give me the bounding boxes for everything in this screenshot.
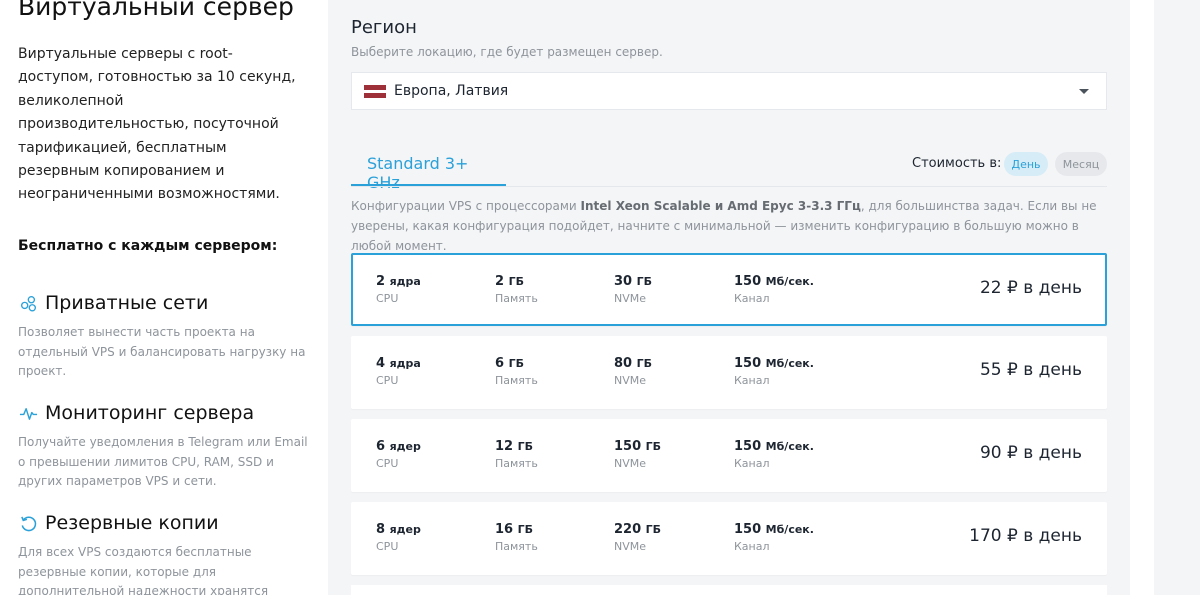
feature-private-networks: Приватные сети Позволяет вынести часть п… bbox=[18, 290, 308, 382]
feature-title: Приватные сети bbox=[45, 292, 209, 314]
tab-standard[interactable]: Standard 3+ GHz bbox=[351, 148, 506, 192]
plan-net: 150 Мб/сек. Канал bbox=[734, 522, 814, 553]
plan-ram: 2 ГБ Память bbox=[495, 274, 538, 305]
feature-backups: Резервные копии Для всех VPS создаются б… bbox=[18, 510, 308, 595]
plan-card[interactable]: 6 ядер CPU 12 ГБ Память 150 ГБ NVMe 150 … bbox=[351, 419, 1107, 492]
plan-price: 22 ₽ в день bbox=[979, 278, 1082, 298]
plan-disk: 80 ГБ NVMe bbox=[614, 356, 653, 387]
plan-price: 55 ₽ в день bbox=[979, 360, 1082, 380]
plan-price: 170 ₽ в день bbox=[969, 526, 1082, 546]
left-info-column: Виртуальный сервер Виртуальные серверы с… bbox=[0, 0, 328, 595]
feature-desc: Получайте уведомления в Telegram или Ema… bbox=[18, 435, 308, 488]
plan-net: 150 Мб/сек. Канал bbox=[734, 439, 814, 470]
region-selected-value: Европа, Латвия bbox=[394, 83, 509, 99]
intro-text: Виртуальные серверы с root-доступом, гот… bbox=[18, 46, 296, 203]
plan-card-partial[interactable] bbox=[351, 585, 1107, 595]
feature-desc: Для всех VPS создаются бесплатные резерв… bbox=[18, 545, 269, 595]
feature-title: Мониторинг сервера bbox=[45, 402, 255, 424]
region-title: Регион bbox=[351, 17, 417, 38]
feature-monitoring: Мониторинг сервера Получайте уведомления… bbox=[18, 400, 308, 492]
chevron-down-icon bbox=[1079, 89, 1089, 94]
period-day-toggle[interactable]: День bbox=[1004, 152, 1048, 176]
cost-period-label: Стоимость в: bbox=[912, 156, 1002, 171]
plan-cpu: 6 ядер CPU bbox=[376, 439, 421, 470]
plan-ram: 12 ГБ Память bbox=[495, 439, 538, 470]
plan-disk: 220 ГБ NVMe bbox=[614, 522, 662, 553]
plan-disk: 30 ГБ NVMe bbox=[614, 274, 653, 305]
plan-price: 90 ₽ в день bbox=[979, 443, 1082, 463]
plan-ram: 6 ГБ Память bbox=[495, 356, 538, 387]
region-select[interactable]: Европа, Латвия bbox=[351, 72, 1107, 110]
configurator-panel: Регион Выберите локацию, где будет разме… bbox=[328, 0, 1130, 595]
monitoring-pulse-icon bbox=[18, 403, 38, 423]
plan-ram: 16 ГБ Память bbox=[495, 522, 538, 553]
latvia-flag-icon bbox=[364, 84, 386, 98]
plan-cpu: 8 ядер CPU bbox=[376, 522, 421, 553]
plan-card[interactable]: 8 ядер CPU 16 ГБ Память 220 ГБ NVMe 150 … bbox=[351, 502, 1107, 575]
free-features-heading: Бесплатно с каждым сервером: bbox=[18, 238, 278, 254]
region-subtitle: Выберите локацию, где будет размещен сер… bbox=[351, 45, 663, 59]
plan-card[interactable]: 4 ядра CPU 6 ГБ Память 80 ГБ NVMe 150 Мб… bbox=[351, 336, 1107, 409]
tab-divider bbox=[351, 186, 1107, 187]
plan-card[interactable]: 2 ядра CPU 2 ГБ Память 30 ГБ NVMe 150 Мб… bbox=[351, 253, 1107, 326]
private-network-icon bbox=[18, 293, 38, 313]
page-title: Виртуальный сервер bbox=[18, 0, 294, 21]
plan-net: 150 Мб/сек. Канал bbox=[734, 274, 814, 305]
plan-net: 150 Мб/сек. Канал bbox=[734, 356, 814, 387]
right-background-strip bbox=[1154, 0, 1200, 595]
plan-disk: 150 ГБ NVMe bbox=[614, 439, 662, 470]
plan-cpu: 2 ядра CPU bbox=[376, 274, 421, 305]
plan-cpu: 4 ядра CPU bbox=[376, 356, 421, 387]
backup-refresh-icon bbox=[18, 513, 38, 533]
feature-title: Резервные копии bbox=[45, 512, 219, 534]
period-month-toggle[interactable]: Месяц bbox=[1055, 152, 1107, 176]
tariff-description: Конфигурации VPS с процессорами Intel Xe… bbox=[351, 199, 1097, 253]
feature-desc: Позволяет вынести часть проекта на отдел… bbox=[18, 325, 306, 378]
